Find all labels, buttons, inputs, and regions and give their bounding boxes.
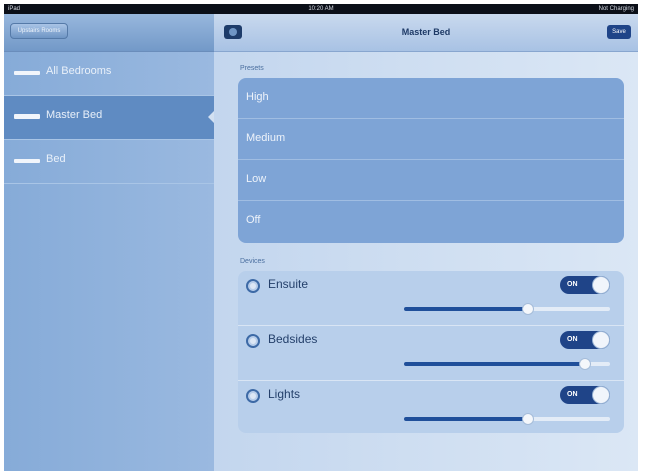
toggle-state: ON bbox=[567, 281, 578, 288]
room-label: Master Bed bbox=[46, 109, 103, 121]
preset-high[interactable]: High bbox=[238, 78, 624, 119]
devices-list: Ensuite ON Bedsides ON Lights ON bbox=[238, 271, 624, 433]
room-item-bed[interactable]: Bed bbox=[4, 140, 214, 184]
preset-label: Low bbox=[246, 173, 267, 185]
bed-icon bbox=[14, 159, 40, 163]
device-label: Bedsides bbox=[268, 332, 318, 346]
device-row-ensuite: Ensuite ON bbox=[238, 271, 624, 326]
toggle-state: ON bbox=[567, 336, 578, 343]
lights-dimmer-slider[interactable] bbox=[404, 413, 610, 425]
clock: 10:20 AM bbox=[308, 6, 334, 12]
toggle-knob bbox=[592, 276, 610, 294]
toggle-state: ON bbox=[567, 391, 578, 398]
room-label: Bed bbox=[46, 153, 66, 165]
preset-label: Medium bbox=[246, 132, 286, 144]
ensuite-toggle[interactable]: ON bbox=[560, 276, 610, 294]
detail-nav-bar: Master Bed Save bbox=[214, 14, 638, 52]
presets-heading: Presets bbox=[240, 65, 264, 72]
status-bar: iPad 10:20 AM Not Charging bbox=[4, 4, 638, 14]
room-item-all-bedrooms[interactable]: All Bedrooms bbox=[4, 52, 214, 96]
slider-thumb[interactable] bbox=[521, 413, 534, 425]
preset-off[interactable]: Off bbox=[238, 201, 624, 241]
bulb-icon bbox=[246, 334, 260, 348]
slider-fill bbox=[404, 362, 586, 366]
save-button[interactable]: Save bbox=[607, 25, 631, 39]
bed-icon bbox=[14, 71, 40, 75]
devices-heading: Devices bbox=[240, 258, 265, 265]
bed-icon bbox=[14, 114, 40, 119]
bedsides-toggle[interactable]: ON bbox=[560, 331, 610, 349]
back-button[interactable]: Upstairs Rooms bbox=[10, 23, 68, 39]
slider-thumb[interactable] bbox=[579, 358, 592, 370]
camera-icon bbox=[229, 28, 237, 36]
preset-low[interactable]: Low bbox=[238, 160, 624, 201]
device-row-lights: Lights ON bbox=[238, 381, 624, 433]
ensuite-dimmer-slider[interactable] bbox=[404, 303, 610, 315]
preset-label: High bbox=[246, 91, 269, 103]
app-window: iPad 10:20 AM Not Charging Upstairs Room… bbox=[4, 4, 638, 471]
preset-medium[interactable]: Medium bbox=[238, 119, 624, 160]
device-row-bedsides: Bedsides ON bbox=[238, 326, 624, 381]
bulb-icon bbox=[246, 389, 260, 403]
slider-fill bbox=[404, 417, 528, 421]
camera-button[interactable] bbox=[224, 25, 242, 39]
bulb-icon bbox=[246, 279, 260, 293]
bedsides-dimmer-slider[interactable] bbox=[404, 358, 610, 370]
slider-thumb[interactable] bbox=[521, 303, 534, 315]
slider-fill bbox=[404, 307, 528, 311]
device-label: Ensuite bbox=[268, 277, 309, 291]
room-list: All Bedrooms Master Bed Bed bbox=[4, 52, 214, 471]
page-title: Master Bed bbox=[401, 27, 451, 37]
toggle-knob bbox=[592, 386, 610, 404]
room-item-master-bed[interactable]: Master Bed bbox=[4, 96, 214, 140]
room-label: All Bedrooms bbox=[46, 65, 112, 77]
presets-list: High Medium Low Off bbox=[238, 78, 624, 243]
lights-toggle[interactable]: ON bbox=[560, 386, 610, 404]
preset-label: Off bbox=[246, 214, 261, 226]
detail-pane: Presets High Medium Low Off Devices Ensu… bbox=[214, 52, 638, 471]
toggle-knob bbox=[592, 331, 610, 349]
battery-status: Not Charging bbox=[598, 6, 634, 12]
device-label: Lights bbox=[268, 387, 301, 401]
left-nav-bar: Upstairs Rooms bbox=[4, 14, 214, 52]
